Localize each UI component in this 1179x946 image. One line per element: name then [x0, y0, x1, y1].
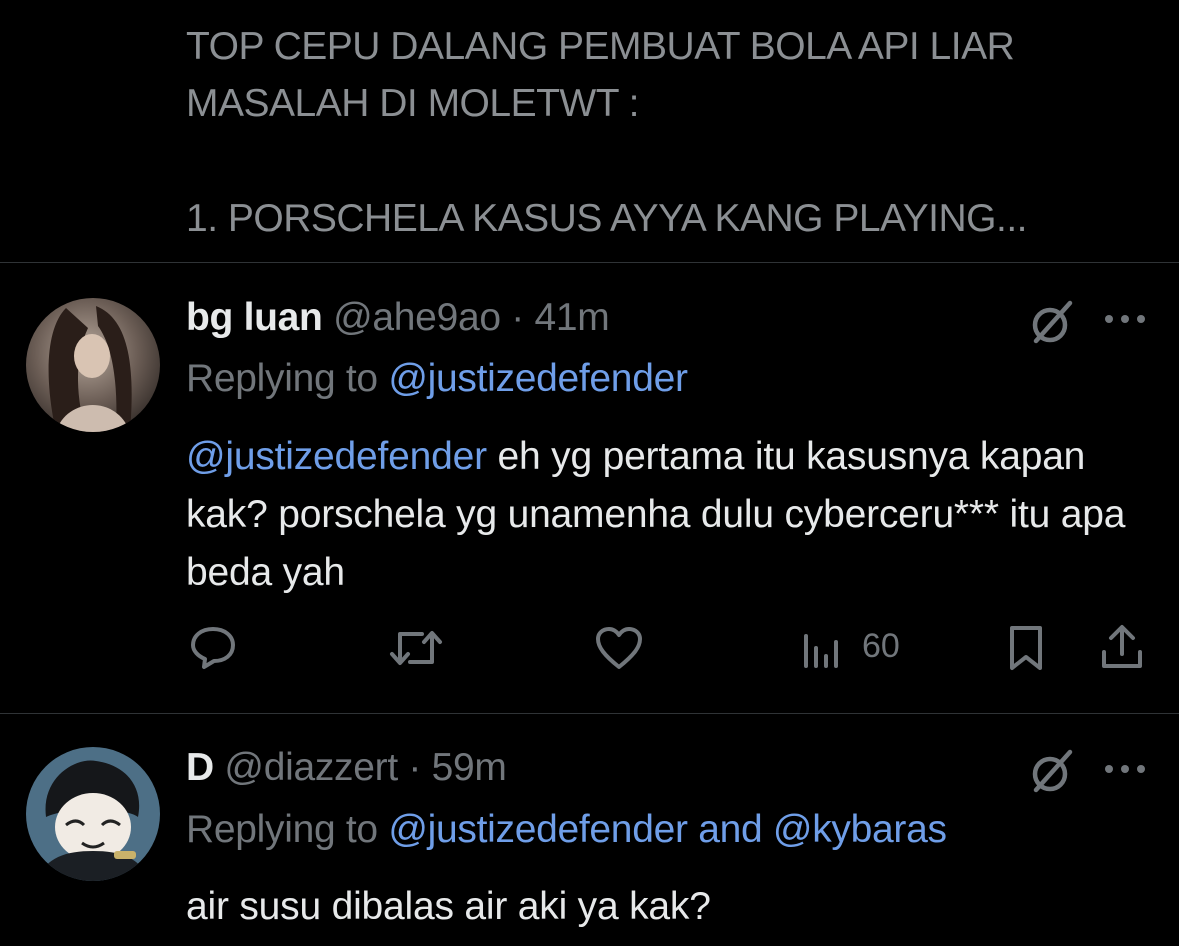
replying-mention[interactable]: @justizedefender	[388, 357, 688, 400]
display-name[interactable]: bg luan	[186, 296, 323, 339]
user-handle[interactable]: @diazzert	[224, 746, 398, 789]
share-icon[interactable]	[1098, 622, 1146, 672]
divider	[0, 262, 1179, 263]
quoted-line-4: 1. PORSCHELA KASUS AYYA KANG PLAYING...	[186, 197, 1028, 240]
replying-prefix: Replying to	[186, 357, 389, 400]
tweet-header: bg luan @ahe9ao · 41m	[186, 296, 610, 340]
more-icon[interactable]	[1102, 759, 1148, 779]
heart-icon[interactable]	[594, 625, 644, 671]
tweet-text: @justizedefender eh yg pertama itu kasus…	[186, 428, 1146, 602]
separator-dot: ·	[511, 296, 524, 339]
separator-dot: ·	[408, 746, 422, 789]
display-name[interactable]: D	[186, 746, 214, 789]
timestamp[interactable]: 41m	[535, 296, 610, 339]
grok-icon[interactable]	[1026, 297, 1078, 349]
body-mention[interactable]: @justizedefender	[186, 435, 487, 478]
views-count[interactable]: 60	[862, 627, 900, 666]
quoted-line-2: MASALAH DI MOLETWT :	[186, 82, 640, 125]
replying-joiner: and	[687, 808, 773, 851]
replying-mention[interactable]: @kybaras	[773, 808, 947, 851]
replying-to: Replying to @justizedefender	[186, 357, 688, 401]
avatar[interactable]	[26, 747, 160, 881]
user-handle[interactable]: @ahe9ao	[333, 296, 501, 339]
replying-mention[interactable]: @justizedefender	[388, 808, 688, 851]
bookmark-icon[interactable]	[1004, 624, 1048, 672]
replying-prefix: Replying to	[186, 808, 389, 851]
tweet-text: air susu dibalas air aki ya kak?	[186, 885, 711, 928]
divider	[0, 713, 1179, 714]
avatar-image	[26, 747, 160, 881]
views-icon[interactable]	[800, 628, 848, 670]
retweet-icon[interactable]	[388, 624, 444, 672]
timestamp[interactable]: 59m	[432, 746, 507, 789]
tweet-header: D @diazzert · 59m	[186, 746, 507, 790]
reply-icon[interactable]	[188, 625, 238, 671]
grok-icon[interactable]	[1026, 746, 1078, 798]
quoted-line-1: TOP CEPU DALANG PEMBUAT BOLA API LIAR	[186, 25, 1015, 68]
avatar-image	[26, 298, 160, 432]
replying-to: Replying to @justizedefender and @kybara…	[186, 808, 947, 852]
more-icon[interactable]	[1102, 309, 1148, 329]
avatar[interactable]	[26, 298, 160, 432]
